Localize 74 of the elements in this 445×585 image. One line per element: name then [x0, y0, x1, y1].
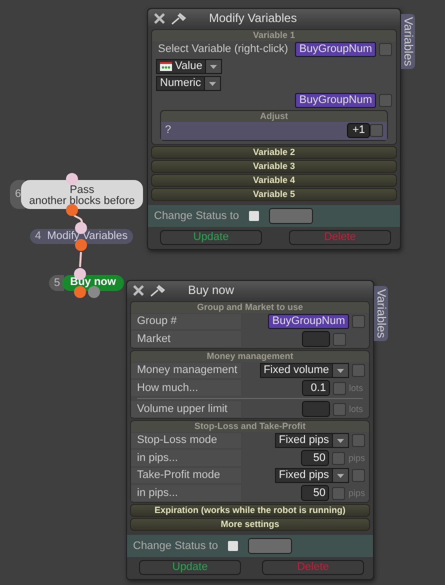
section-header: Adjust: [161, 111, 387, 122]
checkbox[interactable]: [352, 469, 365, 482]
caret-icon: [337, 438, 344, 442]
checkbox[interactable]: [352, 434, 365, 447]
status-label: Change Status to: [133, 540, 218, 552]
input-port[interactable]: [66, 173, 78, 185]
connector-line: [79, 252, 82, 268]
field-label: Money management: [131, 363, 241, 378]
output-port[interactable]: [74, 286, 86, 298]
checkbox[interactable]: [249, 211, 260, 221]
field-label: in pips...: [131, 485, 241, 501]
side-tab[interactable]: Variables: [374, 286, 388, 342]
status-field[interactable]: [248, 538, 292, 554]
input-field[interactable]: 50: [301, 450, 330, 466]
checkbox[interactable]: [333, 402, 346, 416]
checkbox[interactable]: [228, 541, 238, 551]
node-label: Modify Variables: [46, 229, 129, 244]
update-button[interactable]: Update: [139, 560, 241, 575]
flow-node[interactable]: 4 Modify Variables: [30, 229, 133, 244]
section-header[interactable]: More settings: [130, 518, 370, 531]
window-title: Modify Variables: [209, 12, 297, 24]
adjust-value: ?: [165, 124, 172, 137]
checkbox[interactable]: [379, 94, 392, 107]
node-label: Pass another blocks before: [21, 180, 143, 209]
section-header[interactable]: Variable 4: [151, 174, 397, 187]
input-field[interactable]: 0.1: [302, 380, 330, 396]
checkbox[interactable]: [352, 364, 365, 377]
node-number: 5: [49, 275, 64, 291]
checkbox[interactable]: [352, 315, 365, 328]
section-header[interactable]: Variable 5: [151, 188, 397, 201]
checkbox[interactable]: [332, 452, 346, 464]
caret-icon: [337, 368, 344, 372]
input-field[interactable]: 50: [301, 485, 330, 501]
output-port[interactable]: [88, 286, 100, 298]
field-label: Volume upper limit: [131, 401, 241, 417]
section-header[interactable]: Variable 3: [151, 160, 397, 173]
section-header[interactable]: Expiration (works while the robot is running): [130, 504, 370, 517]
close-icon[interactable]: [154, 12, 165, 24]
checkbox[interactable]: [333, 382, 346, 394]
checkbox[interactable]: [332, 486, 346, 500]
field-label: Group #: [131, 314, 241, 329]
variable-chip[interactable]: BuyGroupNum: [295, 93, 376, 108]
checkbox[interactable]: [379, 43, 392, 56]
side-tab[interactable]: Variables: [401, 14, 415, 70]
field-label: Stop-Loss mode: [131, 433, 241, 448]
input-field[interactable]: [302, 401, 330, 417]
field-label: Take-Profit mode: [131, 468, 241, 483]
node-number: 4: [34, 229, 42, 244]
section-header[interactable]: Variable 2: [151, 146, 397, 159]
field-label: How much...: [131, 380, 241, 396]
variable-chip[interactable]: BuyGroupNum: [268, 314, 349, 329]
dropdown[interactable]: Fixed pips: [274, 468, 349, 483]
output-port[interactable]: [66, 204, 78, 216]
dropdown[interactable]: Value: [156, 59, 222, 74]
increment-button[interactable]: +1: [347, 123, 370, 138]
window-title: Buy now: [188, 284, 234, 296]
caret-icon: [210, 64, 218, 68]
status-label: Change Status to: [154, 210, 240, 222]
dropdown[interactable]: Fixed volume: [260, 363, 349, 378]
update-button[interactable]: Update: [160, 230, 262, 245]
dropdown[interactable]: Fixed pips: [274, 433, 349, 448]
caret-icon: [208, 82, 216, 86]
close-icon[interactable]: [133, 284, 144, 296]
caret-icon: [337, 474, 344, 478]
status-field[interactable]: [269, 208, 314, 224]
variable-chip[interactable]: BuyGroupNum: [295, 42, 376, 57]
field-label: Market: [131, 331, 241, 347]
checkbox[interactable]: [370, 124, 383, 137]
field-label: Select Variable (right-click): [157, 43, 290, 56]
checkbox[interactable]: [333, 332, 346, 346]
grid-icon: [160, 62, 172, 71]
input-field[interactable]: [302, 331, 330, 347]
dropdown[interactable]: Numeric: [156, 76, 221, 91]
field-label: in pips...: [131, 450, 241, 466]
